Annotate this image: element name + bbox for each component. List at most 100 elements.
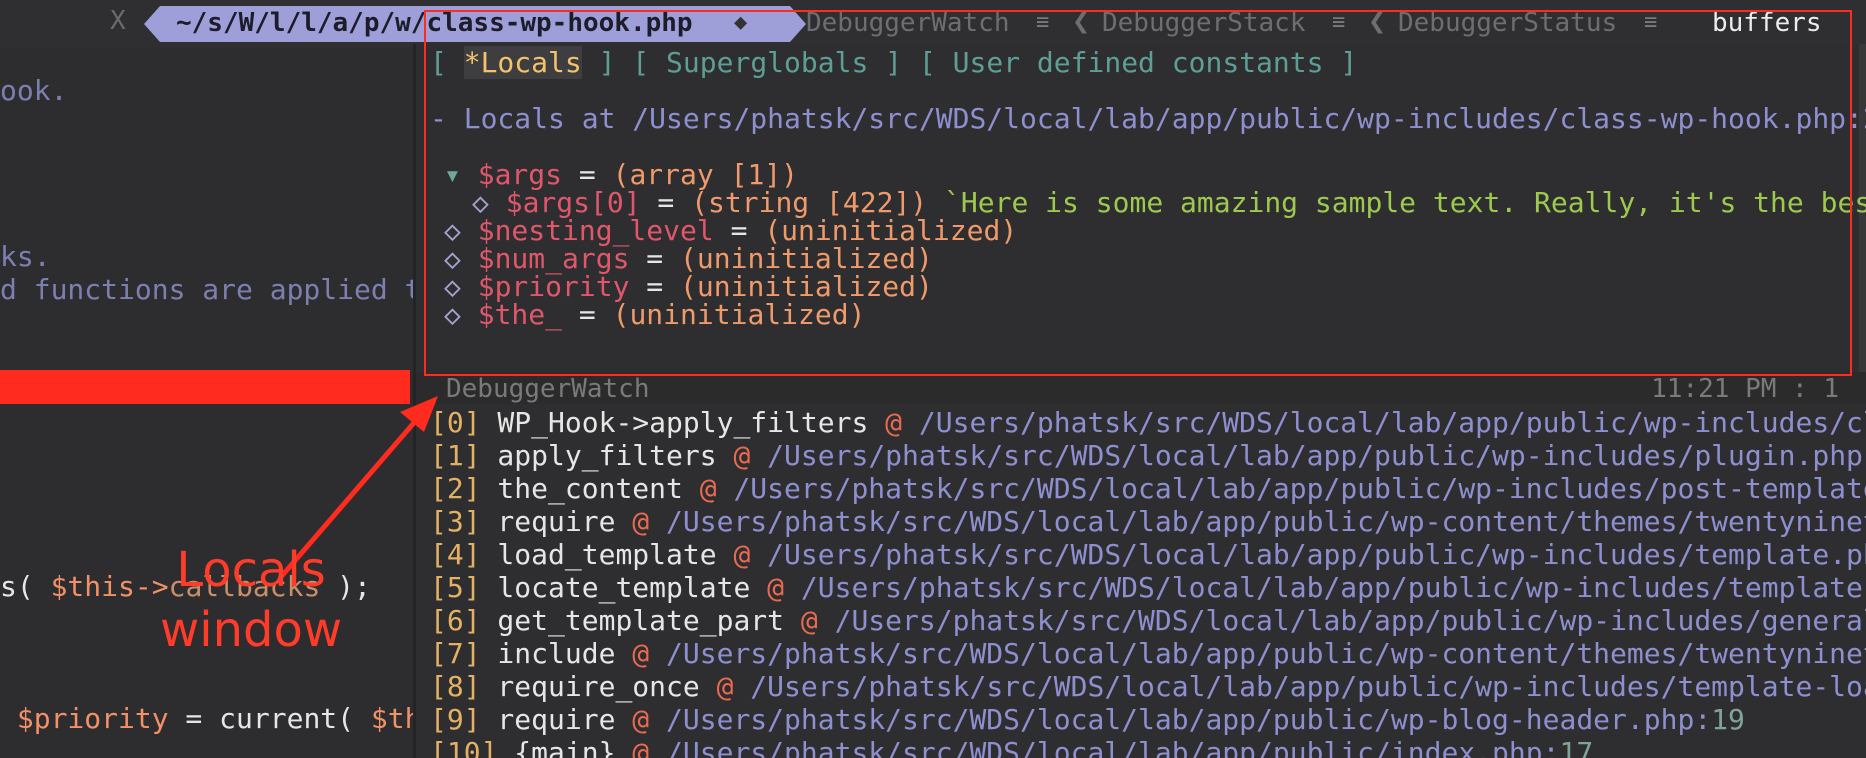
frame-path: /Users/phatsk/src/WDS/local/lab/app/publ… — [649, 505, 1866, 538]
frame-at: @ — [632, 505, 650, 538]
frame-function: the_content — [480, 472, 700, 505]
mode-line-time: 11:21 PM : 1 — [1651, 374, 1839, 404]
stack-frame[interactable]: [7] include @ /Users/phatsk/src/WDS/loca… — [430, 637, 1866, 670]
code-line: $priority = current( $th — [0, 702, 413, 735]
code-var: $th — [370, 702, 413, 735]
frame-index: [6] — [430, 604, 481, 637]
tab-debugger-watch[interactable]: DebuggerWatch — [806, 8, 1010, 38]
frame-function: require — [480, 703, 633, 736]
bracket: [ — [430, 46, 464, 79]
hamburger-menu-icon[interactable]: ≡ — [1644, 10, 1657, 35]
frame-at: @ — [800, 604, 818, 637]
frame-path: /Users/phatsk/src/WDS/local/lab/app/publ… — [649, 637, 1866, 670]
frame-at: @ — [699, 472, 717, 505]
code-var: $priority — [16, 702, 169, 735]
code-line: ks. — [0, 240, 51, 273]
chevron-left-icon: ❮ — [1368, 4, 1387, 39]
stack-frame[interactable]: [3] require @ /Users/phatsk/src/WDS/loca… — [430, 505, 1866, 538]
debugger-pane[interactable]: [ *Locals ] [ Superglobals ] [ User defi… — [413, 44, 1866, 758]
frame-path: /Users/phatsk/src/WDS/local/lab/app/publ… — [733, 670, 1866, 703]
tab-edge-icon — [790, 6, 806, 42]
locals-tabs: [ *Locals ] [ Superglobals ] [ User defi… — [430, 46, 1357, 79]
highlight-bar — [0, 370, 410, 404]
var-value: (uninitialized) — [612, 298, 866, 331]
stack-frame[interactable]: [4] load_template @ /Users/phatsk/src/WD… — [430, 538, 1866, 571]
frame-index: [1] — [430, 439, 481, 472]
frame-index: [4] — [430, 538, 481, 571]
tab-debugger-stack[interactable]: DebuggerStack — [1102, 8, 1306, 38]
frame-path: /Users/phatsk/src/WDS/local/lab/app/publ… — [649, 736, 1560, 758]
frame-line-number: 19 — [1711, 703, 1745, 736]
stack-frame[interactable]: [10] {main} @ /Users/phatsk/src/WDS/loca… — [430, 736, 1593, 758]
elephant-icon: ◆ — [734, 10, 748, 35]
frame-index: [9] — [430, 703, 481, 736]
frame-function: apply_filters — [480, 439, 734, 472]
var-row[interactable]: ◇ $the_ = (uninitialized) — [444, 298, 865, 331]
expand-triangle-icon[interactable]: ▾ — [444, 158, 461, 191]
leaf-diamond-icon: ◇ — [444, 298, 461, 331]
mode-line-buffer-name: DebuggerWatch — [446, 374, 650, 404]
tab-class-wp-hook[interactable]: ~/s/W/l/l/a/p/w/class-wp-hook.php ◆ — [160, 6, 790, 42]
frame-path: /Users/phatsk/src/WDS/local/lab/app/publ… — [750, 439, 1866, 472]
frame-function: {main} — [497, 736, 633, 758]
close-tab-button[interactable]: X — [110, 6, 126, 36]
frame-at: @ — [885, 406, 903, 439]
code-var: $this-> — [50, 570, 169, 603]
frame-path: /Users/phatsk/src/WDS/local/lab/app/publ… — [716, 472, 1866, 505]
annotation-label: Locals window — [160, 540, 342, 660]
frame-at: @ — [632, 736, 650, 758]
frame-at: @ — [632, 637, 650, 670]
tab-locals[interactable]: *Locals — [463, 46, 582, 79]
stack-frame[interactable]: [5] locate_template @ /Users/phatsk/src/… — [430, 571, 1866, 604]
bracket: ] [ — [868, 46, 953, 79]
chevron-left-icon: ❮ — [1072, 4, 1091, 39]
annotation-line: window — [160, 602, 343, 658]
frame-path: /Users/phatsk/src/WDS/local/lab/app/publ… — [649, 703, 1712, 736]
locals-file-path[interactable]: /Users/phatsk/src/WDS/local/lab/app/publ… — [632, 102, 1866, 135]
frame-function: get_template_part — [480, 604, 801, 637]
frame-path: /Users/phatsk/src/WDS/local/lab/app/publ… — [817, 604, 1866, 637]
tab-bar: X ~/s/W/l/l/a/p/w/class-wp-hook.php ◆ De… — [0, 0, 1866, 48]
frame-function: load_template — [480, 538, 734, 571]
frame-at: @ — [716, 670, 734, 703]
var-string: `Here is some amazing sample text. Reall… — [927, 186, 1866, 219]
var-eq: = — [562, 298, 613, 331]
frame-at: @ — [733, 538, 751, 571]
frame-at: @ — [733, 439, 751, 472]
tab-label: ~/s/W/l/l/a/p/w/class-wp-hook.php — [176, 8, 693, 38]
buffers-button[interactable]: buffers — [1712, 8, 1822, 38]
code-line: d functions are applied t — [0, 273, 413, 306]
stack-frame[interactable]: [6] get_template_part @ /Users/phatsk/sr… — [430, 604, 1866, 637]
tab-user-constants[interactable]: User defined constants — [953, 46, 1324, 79]
stack-frame[interactable]: [1] apply_filters @ /Users/phatsk/src/WD… — [430, 439, 1866, 472]
hamburger-menu-icon[interactable]: ≡ — [1332, 10, 1345, 35]
stack-frame[interactable]: [0] WP_Hook->apply_filters @ /Users/phat… — [430, 406, 1866, 439]
frame-index: [5] — [430, 571, 481, 604]
frame-function: require — [480, 505, 633, 538]
code-text: s( — [0, 570, 51, 603]
stack-frame[interactable]: [2] the_content @ /Users/phatsk/src/WDS/… — [430, 472, 1866, 505]
code-line: ook. — [0, 74, 68, 107]
tab-edge-icon — [144, 6, 160, 42]
tab-debugger-status[interactable]: DebuggerStatus — [1398, 8, 1617, 38]
hamburger-menu-icon[interactable]: ≡ — [1036, 10, 1049, 35]
frame-index: [3] — [430, 505, 481, 538]
tab-superglobals[interactable]: Superglobals — [666, 46, 868, 79]
frame-function: WP_Hook->apply_filters — [480, 406, 886, 439]
header-prefix: - Locals at — [430, 102, 633, 135]
frame-function: include — [480, 637, 633, 670]
stack-frame[interactable]: [9] require @ /Users/phatsk/src/WDS/loca… — [430, 703, 1745, 736]
mode-line: DebuggerWatch 11:21 PM : 1 — [416, 372, 1866, 404]
stack-frame[interactable]: [8] require_once @ /Users/phatsk/src/WDS… — [430, 670, 1866, 703]
frame-index: [7] — [430, 637, 481, 670]
frame-index: [0] — [430, 406, 481, 439]
frame-line-number: 17 — [1559, 736, 1594, 758]
frame-at: @ — [767, 571, 785, 604]
bracket: ] [ — [581, 46, 667, 79]
frame-path: /Users/phatsk/src/WDS/local/lab/app/publ… — [902, 406, 1866, 439]
frame-path: /Users/phatsk/src/WDS/local/lab/app/publ… — [784, 571, 1866, 604]
locals-header: - Locals at /Users/phatsk/src/WDS/local/… — [430, 102, 1866, 135]
frame-function: locate_template — [480, 571, 768, 604]
frame-index: [2] — [430, 472, 481, 505]
annotation-line: Locals — [176, 542, 326, 598]
